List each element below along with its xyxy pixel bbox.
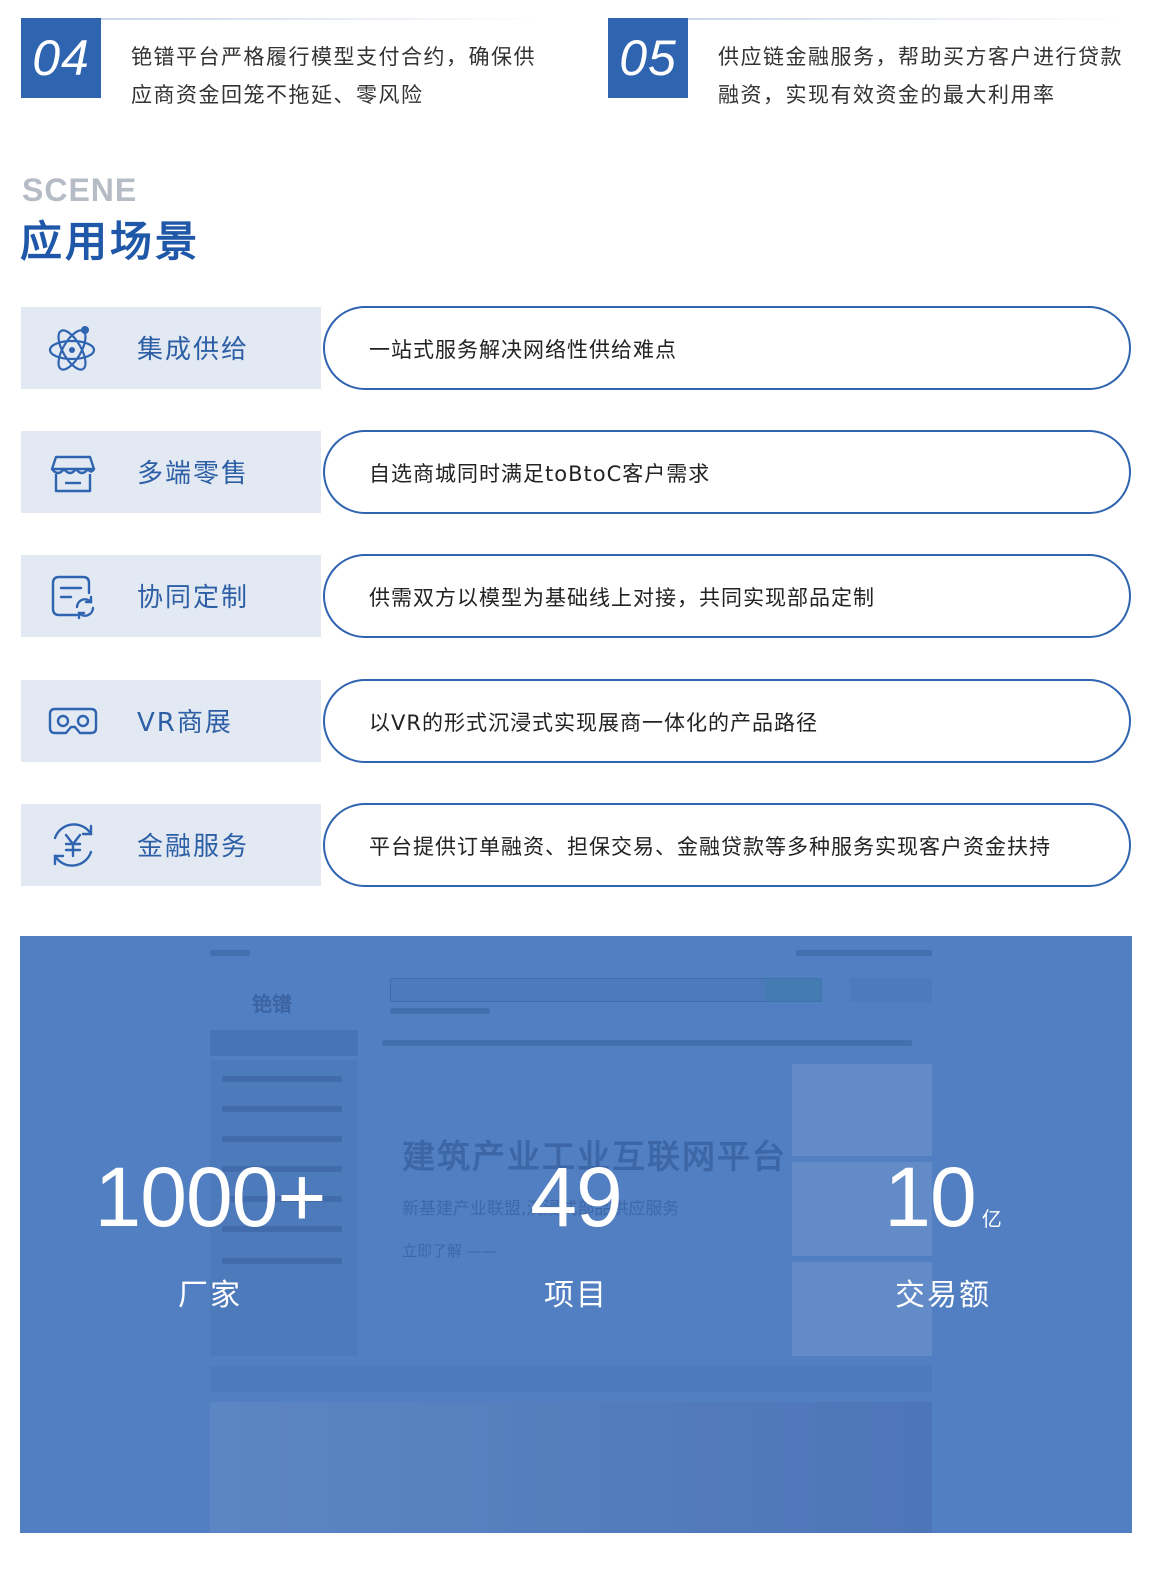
scene-tag: 多端零售 [21,431,321,513]
atom-icon [48,326,96,371]
section-subtitle: SCENE [22,172,138,208]
stat-value: 49 [530,1150,622,1244]
feature-text: 供应链金融服务，帮助买方客户进行贷款融资，实现有效资金的最大利用率 [718,45,1123,107]
scene-description-box: 平台提供订单融资、担保交易、金融贷款等多种服务实现客户资金扶持 [323,803,1131,887]
scene-tag: 金融服务 [21,804,321,886]
scene-description: 以VR的形式沉浸式实现展商一体化的产品路径 [369,711,818,735]
scene-row-finance[interactable]: 金融服务 平台提供订单融资、担保交易、金融贷款等多种服务实现客户资金扶持 [21,803,1133,887]
scene-row-multi-retail[interactable]: 多端零售 自选商城同时满足toBtoC客户需求 [21,430,1133,514]
vr-goggles-icon [48,707,98,735]
scene-tag: 协同定制 [21,555,321,637]
stat-label: 厂家 [178,1278,242,1313]
scene-title: 金融服务 [137,832,250,862]
stat-value: 10 [884,1150,976,1244]
stat-unit: 亿 [981,1207,1002,1231]
scene-description: 一站式服务解决网络性供给难点 [369,338,677,362]
feature-number: 05 [608,18,688,98]
scene-description: 平台提供订单融资、担保交易、金融贷款等多种服务实现客户资金扶持 [369,835,1051,859]
stat-projects: 49 项目 [386,1152,766,1314]
scene-description: 自选商城同时满足toBtoC客户需求 [369,462,711,486]
feature-divider [101,18,541,20]
scene-row-vr-expo[interactable]: VR商展 以VR的形式沉浸式实现展商一体化的产品路径 [21,679,1133,763]
scene-description-box: 以VR的形式沉浸式实现展商一体化的产品路径 [323,679,1131,763]
feature-divider [688,18,1128,20]
feature-number: 04 [21,18,101,98]
stats-banner: 铯镨 建筑产业工业互联网平台 新基建产业联盟,沉浸式部品供应服务 立即了解 ——… [20,936,1132,1533]
feature-text: 铯镨平台严格履行模型支付合约，确保供应商资金回笼不拖延、零风险 [131,45,536,107]
scene-tag: 集成供给 [21,307,321,389]
scene-description-box: 自选商城同时满足toBtoC客户需求 [323,430,1131,514]
scene-description-box: 供需双方以模型为基础线上对接，共同实现部品定制 [323,554,1131,638]
scene-title: 多端零售 [137,459,250,489]
scene-tag: VR商展 [21,680,321,762]
stat-manufacturers: 1000+ 厂家 [20,1152,400,1314]
scene-row-integrated-supply[interactable]: 集成供给 一站式服务解决网络性供给难点 [21,306,1133,390]
scene-title: VR商展 [137,708,233,738]
store-icon [50,455,96,493]
scene-description-box: 一站式服务解决网络性供给难点 [323,306,1131,390]
scene-row-collab-custom[interactable]: 协同定制 供需双方以模型为基础线上对接，共同实现部品定制 [21,554,1133,638]
sync-doc-icon [51,575,95,620]
stat-transaction-volume: 10 亿 交易额 [753,1152,1132,1314]
stat-value: 1000+ [94,1150,327,1244]
yen-cycle-icon [53,823,93,867]
scene-title: 协同定制 [137,583,250,613]
scene-title: 集成供给 [137,335,250,365]
scene-description: 供需双方以模型为基础线上对接，共同实现部品定制 [369,586,875,610]
section-title: 应用场景 [20,217,201,266]
stat-label: 交易额 [895,1278,991,1313]
stat-label: 项目 [544,1278,608,1313]
